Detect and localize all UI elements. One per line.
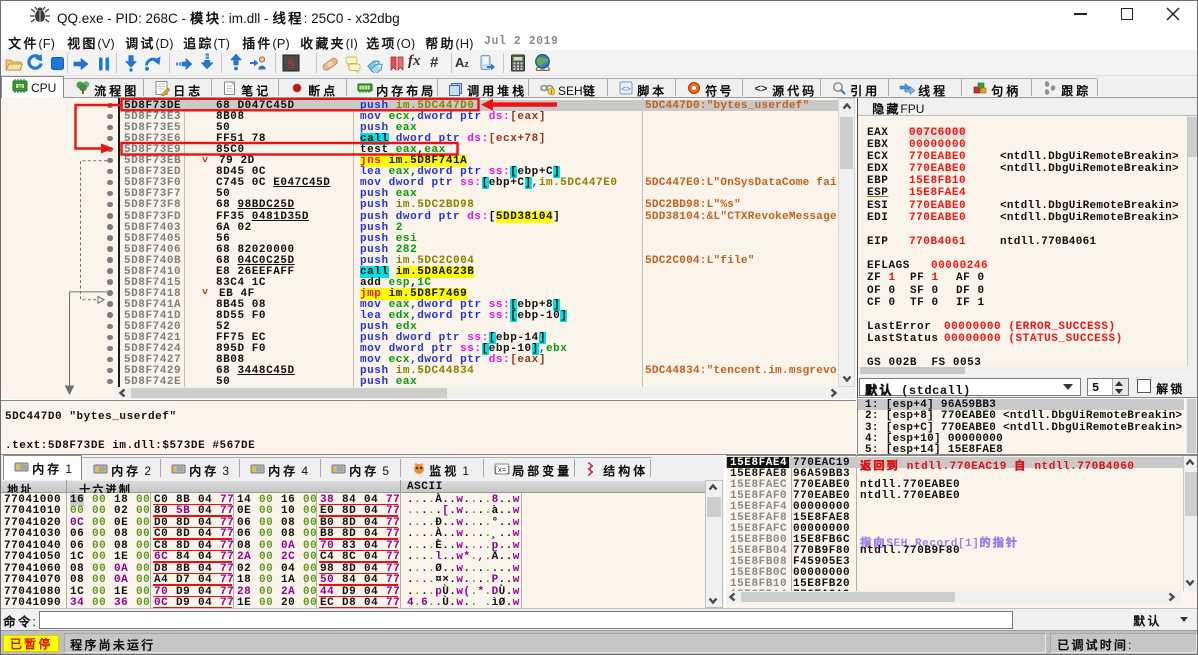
svg-text:<>: <>	[621, 86, 631, 95]
svg-text:!: !	[551, 90, 553, 96]
svg-text:[x=]: [x=]	[494, 467, 510, 475]
svg-text:32: 32	[17, 84, 23, 89]
svg-text:S: S	[287, 56, 294, 71]
svg-text:<>: <>	[755, 83, 768, 95]
